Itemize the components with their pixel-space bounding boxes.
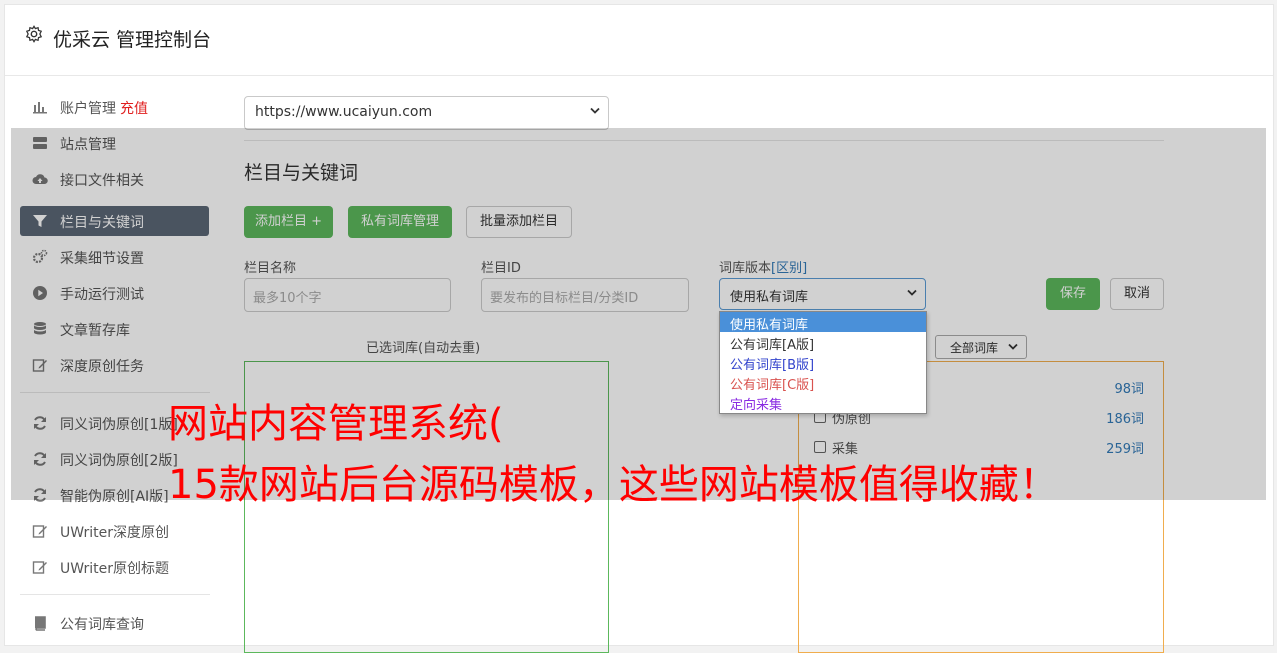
sidebar-item-account[interactable]: 账户管理 充值: [20, 92, 209, 122]
sidebar-item-uwriter-deep[interactable]: UWriter深度原创: [20, 516, 209, 546]
sidebar-item-label: 账户管理: [60, 101, 116, 117]
dropdown-option-label: 公有词库[B版]: [730, 358, 815, 373]
dropdown-option-label: 使用私有词库: [730, 318, 809, 333]
sidebar-item-label: UWriter深度原创: [60, 525, 169, 541]
page: 优采云 管理控制台 账户管理 充值 站点管理 接口文件相关 栏目与关键词 采集细节…: [0, 0, 1277, 653]
sidebar-item-label: 公有词库查询: [60, 617, 144, 633]
chevron-down-icon: [590, 107, 600, 114]
dropdown-option-label: 公有词库[A版]: [730, 338, 815, 353]
sidebar-divider: [20, 594, 210, 595]
bar-chart-icon: [33, 102, 47, 114]
sidebar-item-label: UWriter原创标题: [60, 561, 169, 577]
site-select[interactable]: https://www.ucaiyun.com: [244, 96, 609, 130]
header: 优采云 管理控制台: [5, 5, 1273, 76]
lib-version-dropdown: 使用私有词库 公有词库[A版] 公有词库[B版] 公有词库[C版] 定向采集: [719, 311, 927, 414]
recharge-link[interactable]: 充值: [120, 101, 148, 117]
site-select-value: https://www.ucaiyun.com: [255, 104, 433, 120]
book-icon: [35, 616, 46, 631]
dropdown-option[interactable]: 定向采集: [720, 392, 926, 413]
gear-icon: [25, 25, 43, 43]
watermark-line-1: 网站内容管理系统(: [168, 401, 504, 447]
watermark-line-2: 15款网站后台源码模板，这些网站模板值得收藏！: [168, 462, 1059, 508]
page-title: 优采云 管理控制台: [53, 29, 212, 51]
dropdown-option-label: 公有词库[C版]: [730, 378, 815, 393]
edit-icon: [32, 525, 47, 538]
dropdown-option[interactable]: 使用私有词库: [720, 312, 926, 333]
dropdown-option-label: 定向采集: [730, 398, 783, 413]
sidebar-item-uwriter-title[interactable]: UWriter原创标题: [20, 552, 209, 582]
dropdown-option[interactable]: 公有词库[B版]: [720, 352, 926, 373]
dropdown-option[interactable]: 公有词库[A版]: [720, 332, 926, 353]
sidebar-item-public-lib[interactable]: 公有词库查询: [20, 608, 209, 638]
edit-icon: [32, 561, 47, 574]
dropdown-option[interactable]: 公有词库[C版]: [720, 372, 926, 393]
